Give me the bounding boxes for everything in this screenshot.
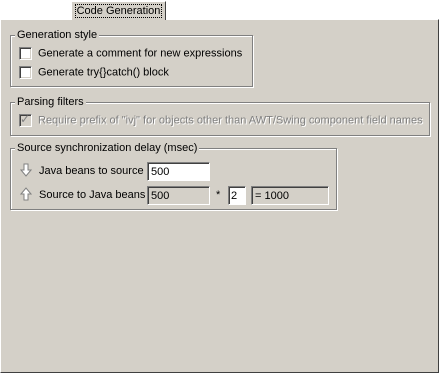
generation-style-title: Generation style [15,28,100,42]
try-catch-option[interactable]: Generate try{}catch() block [19,66,169,79]
checkmark-icon: ✓ [20,112,31,126]
try-catch-checkbox[interactable] [19,66,32,79]
generation-style-group: Generation style Generate a comment for … [10,28,253,87]
multiplier-input[interactable] [228,186,246,205]
source-to-beans-label: Source to Java beans [39,189,146,201]
beans-to-source-label: Java beans to source [39,165,144,177]
up-arrow-icon [20,187,32,201]
code-generation-panel: Generation style Generate a comment for … [0,19,439,373]
sync-delay-result-field [251,186,329,205]
try-catch-label: Generate try{}catch() block [38,66,169,79]
parsing-filters-title: Parsing filters [15,95,86,109]
tab-code-generation-label: Code Generation [74,4,163,18]
beans-to-source-input[interactable] [147,162,210,181]
comment-new-expressions-checkbox[interactable] [19,47,32,60]
sync-delay-title: Source synchronization delay (msec) [15,141,200,155]
parsing-filters-group: Parsing filters ✓ Require prefix of "ivj"… [10,95,430,136]
source-to-beans-base-field [147,186,210,205]
comment-new-expressions-option[interactable]: Generate a comment for new expressions [19,47,242,60]
multiply-operator: * [216,189,221,201]
require-prefix-checkbox[interactable]: ✓ [19,112,32,127]
require-prefix-label: Require prefix of "ivj" for objects othe… [38,114,423,127]
require-prefix-option[interactable]: ✓ Require prefix of "ivj" for objects oth… [19,112,423,127]
down-arrow-icon [20,163,32,177]
sync-delay-group: Source synchronization delay (msec) Java… [10,141,337,210]
tab-code-generation[interactable]: Code Generation [71,1,166,20]
comment-new-expressions-label: Generate a comment for new expressions [38,47,243,60]
